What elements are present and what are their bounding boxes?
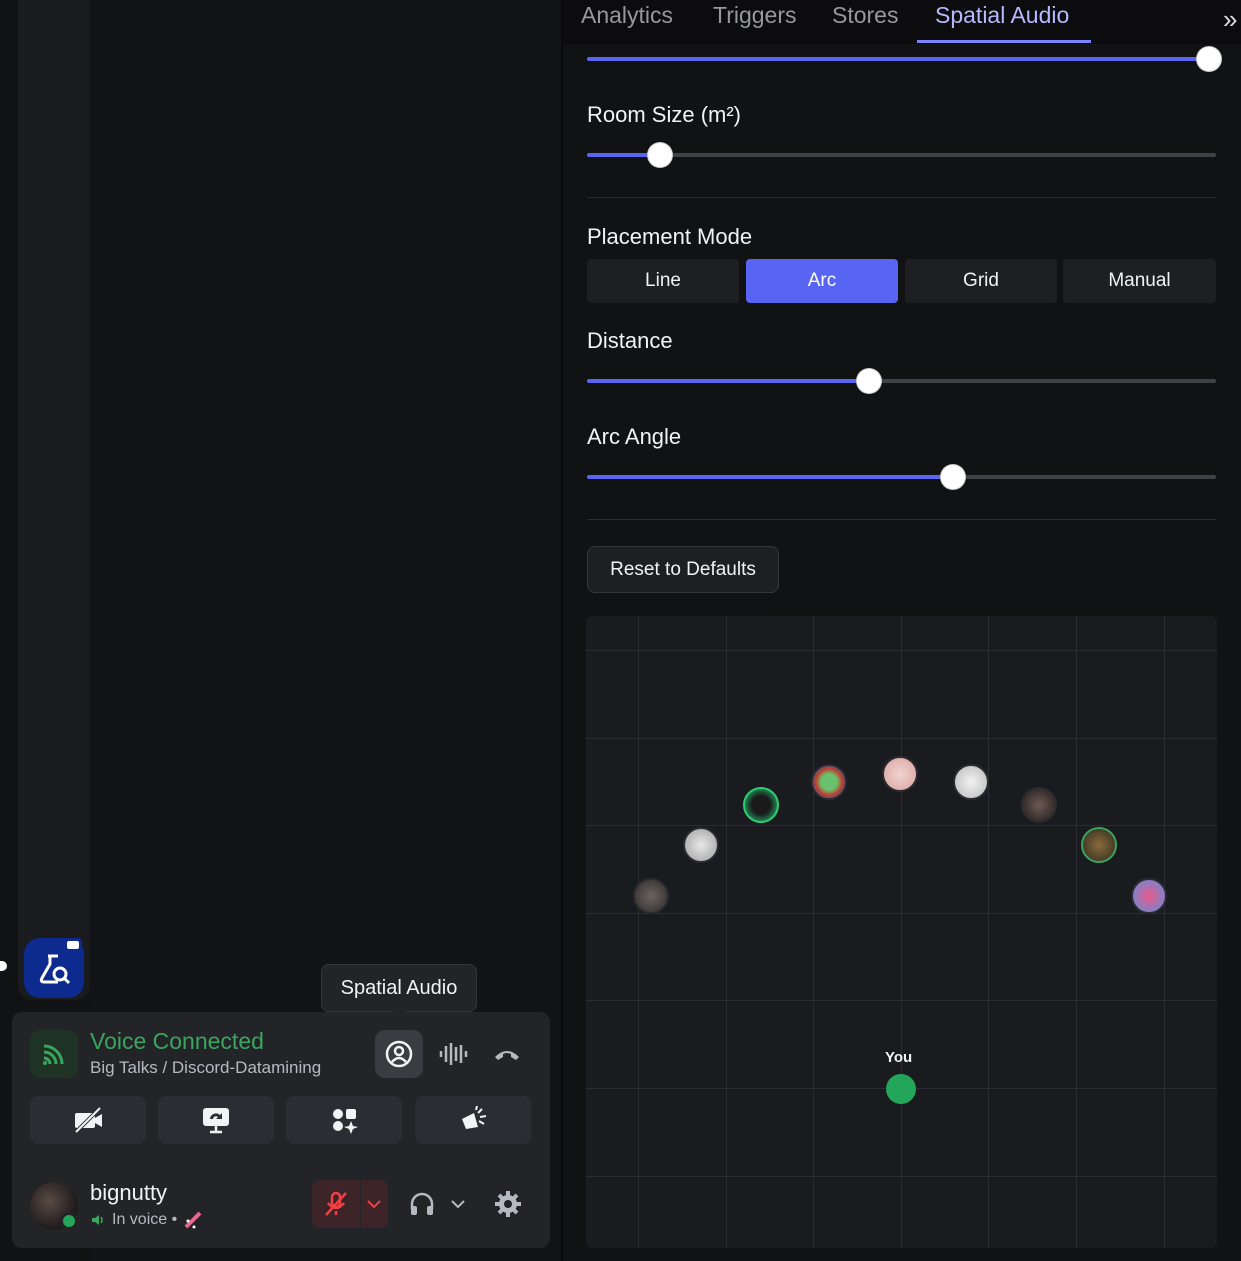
tab-stores[interactable]: Stores (832, 2, 898, 29)
voice-panel: Voice Connected Big Talks / Discord-Data… (12, 1012, 550, 1248)
headphones-icon (410, 1192, 434, 1215)
screen-share-icon (203, 1108, 229, 1134)
distance-slider[interactable] (587, 369, 1216, 393)
peer-avatar[interactable] (743, 787, 779, 823)
room-size-label: Room Size (m²) (587, 102, 742, 127)
peer-avatar[interactable] (1021, 787, 1057, 823)
grid-line (1076, 616, 1077, 1248)
tab-bar: Analytics Triggers Stores Spatial Audio … (563, 0, 1241, 44)
disconnect-button[interactable] (483, 1030, 531, 1078)
soundboard-icon (462, 1105, 487, 1129)
placement-arc-button[interactable]: Arc (746, 259, 898, 303)
spatial-audio-button[interactable] (375, 1030, 423, 1078)
deafen-button[interactable] (404, 1180, 440, 1228)
chevron-down-icon[interactable] (366, 1197, 382, 1211)
mic-muted-icon (325, 1191, 347, 1216)
arc-angle-label: Arc Angle (587, 424, 682, 449)
grid-line (586, 1176, 1217, 1177)
peer-avatar[interactable] (1131, 878, 1167, 914)
peer-avatar[interactable] (882, 756, 918, 792)
deafen-options-button[interactable] (448, 1180, 468, 1228)
arc-angle-slider[interactable] (587, 465, 1216, 489)
camera-off-button[interactable] (30, 1096, 146, 1144)
user-status-text: In voice • (112, 1211, 178, 1228)
slider-fill (587, 475, 953, 479)
hang-up-icon (495, 1051, 519, 1060)
top-slider[interactable] (587, 47, 1221, 71)
spatial-audio-icon (385, 1040, 413, 1068)
slider-knob[interactable] (648, 143, 672, 167)
room-size-slider[interactable] (587, 143, 1216, 167)
slider-fill (587, 57, 1216, 61)
devtools-panel: Analytics Triggers Stores Spatial Audio … (563, 0, 1241, 1261)
activities-icon (333, 1109, 358, 1134)
user-status: In voice • (90, 1210, 203, 1230)
grid-line (1164, 616, 1165, 1248)
username[interactable]: bignutty (90, 1180, 167, 1206)
grid-line (901, 616, 902, 1248)
waveform-icon (439, 1043, 468, 1065)
mute-button[interactable] (312, 1180, 388, 1228)
placement-mode-label: Placement Mode (587, 224, 753, 249)
slider-knob[interactable] (857, 369, 881, 393)
you-label: You (885, 1049, 913, 1066)
settings-button[interactable] (490, 1180, 526, 1228)
chat-badge-icon (64, 938, 82, 954)
peer-avatar[interactable] (633, 878, 669, 914)
section-divider (587, 197, 1216, 198)
grid-line (586, 650, 1217, 651)
tooltip: Spatial Audio (321, 964, 477, 1012)
mute-separator (360, 1180, 361, 1228)
placement-manual-button[interactable]: Manual (1063, 259, 1216, 303)
voice-status[interactable]: Voice Connected (90, 1028, 264, 1055)
grid-line (726, 616, 727, 1248)
slider-fill (587, 379, 869, 383)
server-rail (18, 0, 90, 1000)
tab-analytics[interactable]: Analytics (581, 2, 673, 29)
camera-off-icon (74, 1106, 102, 1134)
grid-line (586, 825, 1217, 826)
spatial-map[interactable]: You (586, 616, 1217, 1248)
section-divider (587, 519, 1216, 520)
screen-share-button[interactable] (158, 1096, 274, 1144)
active-tab-indicator (917, 40, 1091, 43)
tab-triggers[interactable]: Triggers (713, 2, 797, 29)
slider-knob[interactable] (941, 465, 965, 489)
you-marker[interactable] (886, 1074, 916, 1104)
peer-avatar[interactable] (953, 764, 989, 800)
online-status-dot (60, 1212, 78, 1230)
gear-icon (495, 1191, 521, 1217)
tab-spatial-audio[interactable]: Spatial Audio (935, 2, 1069, 29)
voice-channel[interactable]: Big Talks / Discord-Datamining (90, 1058, 321, 1078)
peer-avatar[interactable] (683, 827, 719, 863)
signal-icon[interactable] (30, 1030, 78, 1078)
grid-line (988, 616, 989, 1248)
speaker-icon (92, 1215, 103, 1225)
grid-line (586, 738, 1217, 739)
noise-suppression-button[interactable] (429, 1030, 477, 1078)
grid-line (813, 616, 814, 1248)
grid-line (586, 1000, 1217, 1001)
grid-line (586, 913, 1217, 914)
slider-knob[interactable] (1197, 47, 1221, 71)
dev-tools-server-icon[interactable] (24, 938, 84, 998)
collapse-icon[interactable]: » (1223, 4, 1237, 35)
activities-button[interactable] (286, 1096, 402, 1144)
placement-line-button[interactable]: Line (587, 259, 739, 303)
reset-defaults-button[interactable]: Reset to Defaults (587, 546, 779, 593)
user-area: bignutty In voice • (12, 1168, 550, 1248)
distance-label: Distance (587, 328, 673, 353)
placement-grid-button[interactable]: Grid (905, 259, 1057, 303)
grid-line (638, 616, 639, 1248)
soundboard-button[interactable] (415, 1096, 531, 1144)
peer-avatar[interactable] (1081, 827, 1117, 863)
chevron-down-icon (451, 1200, 465, 1209)
peer-avatar[interactable] (811, 764, 847, 800)
skateboard-icon (184, 1211, 202, 1229)
